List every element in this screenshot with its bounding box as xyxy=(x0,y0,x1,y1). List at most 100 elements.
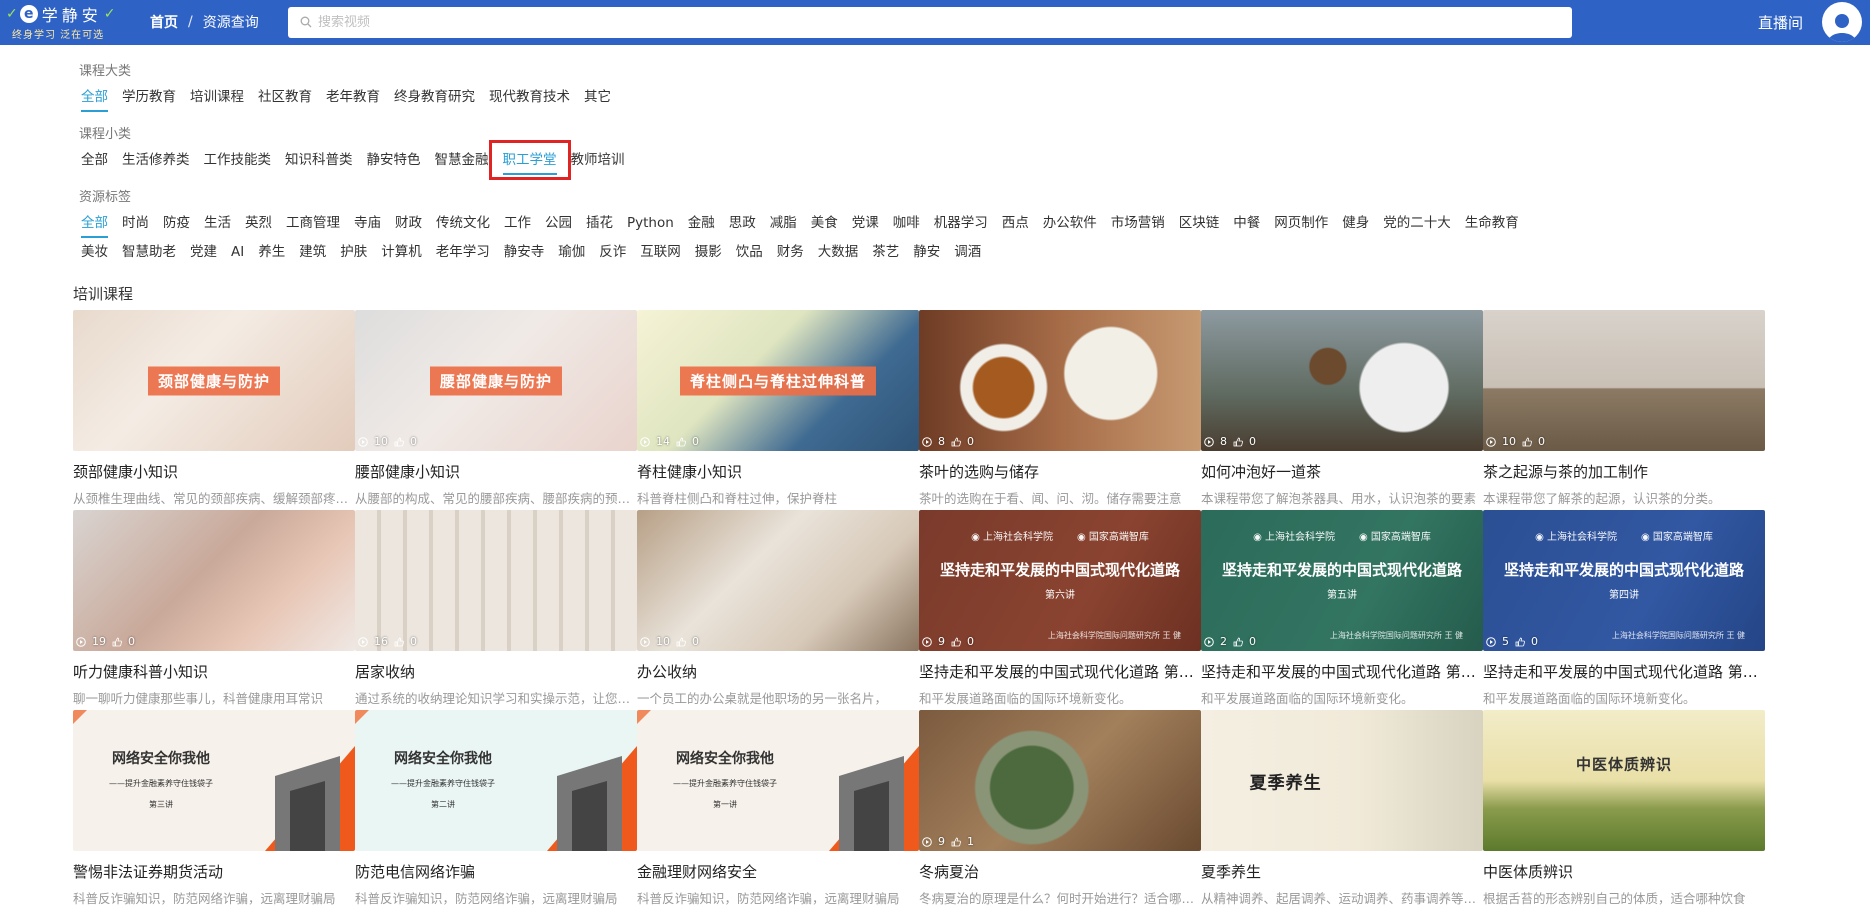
tag-option-row2-1[interactable]: 智慧助老 xyxy=(115,239,183,265)
course-card[interactable]: 上海社会科学院 国家高端智库坚持走和平发展的中国式现代化道路第六讲上海社会科学院国… xyxy=(919,510,1201,710)
tag-option-24[interactable]: 中餐 xyxy=(1226,210,1267,236)
tag-option-1[interactable]: 时尚 xyxy=(115,210,156,236)
course-thumbnail[interactable]: 腰部健康与防护 10 0 xyxy=(355,310,637,451)
tag-option-12[interactable]: Python xyxy=(620,210,681,236)
category-option-6[interactable]: 现代教育技术 xyxy=(482,84,577,110)
tag-option-0[interactable]: 全部 xyxy=(74,210,115,238)
course-title[interactable]: 冬病夏治 xyxy=(919,861,1201,882)
course-title[interactable]: 如何冲泡好一道茶 xyxy=(1201,461,1483,482)
course-thumbnail[interactable]: 中医体质辨识 xyxy=(1483,710,1765,851)
tag-option-row2-9[interactable]: 静安寺 xyxy=(497,239,552,265)
tag-option-row2-5[interactable]: 建筑 xyxy=(292,239,333,265)
category-option-5[interactable]: 终身教育研究 xyxy=(387,84,482,110)
tag-option-10[interactable]: 公园 xyxy=(538,210,579,236)
category-option-1[interactable]: 学历教育 xyxy=(115,84,183,110)
tag-option-row2-12[interactable]: 互联网 xyxy=(633,239,688,265)
course-card[interactable]: 颈部健康与防护颈部健康小知识从颈椎生理曲线、常见的颈部疾病、缓解颈部疼痛的方法等… xyxy=(73,310,355,510)
course-title[interactable]: 夏季养生 xyxy=(1201,861,1483,882)
tag-option-21[interactable]: 办公软件 xyxy=(1036,210,1104,236)
course-thumbnail[interactable]: 脊柱侧凸与脊柱过伸科普 14 0 xyxy=(637,310,919,451)
tag-option-18[interactable]: 咖啡 xyxy=(886,210,927,236)
subcategory-option-2[interactable]: 工作技能类 xyxy=(197,147,279,173)
course-card[interactable]: 中医体质辨识 中医体质辨识 根据舌苔的形态辨别自己的体质，适合哪种饮食 xyxy=(1483,710,1765,910)
course-thumbnail[interactable]: 91 xyxy=(919,710,1201,851)
tag-option-row2-7[interactable]: 计算机 xyxy=(374,239,429,265)
tag-option-17[interactable]: 党课 xyxy=(845,210,886,236)
course-title[interactable]: 腰部健康小知识 xyxy=(355,461,637,482)
course-card[interactable]: 网络安全你我他 ——提升金融素养守住钱袋子 第三讲 警惕非法证券期货活动 科普反诈骗知识… xyxy=(73,710,355,910)
course-card[interactable]: 上海社会科学院 国家高端智库坚持走和平发展的中国式现代化道路第五讲上海社会科学院国… xyxy=(1201,510,1483,710)
search-input[interactable] xyxy=(312,15,1572,30)
tag-option-row2-16[interactable]: 大数据 xyxy=(811,239,866,265)
category-option-4[interactable]: 老年教育 xyxy=(319,84,387,110)
subcategory-option-4[interactable]: 静安特色 xyxy=(360,147,428,173)
tag-option-row2-8[interactable]: 老年学习 xyxy=(429,239,497,265)
tag-option-28[interactable]: 生命教育 xyxy=(1458,210,1526,236)
tag-option-8[interactable]: 传统文化 xyxy=(429,210,497,236)
tag-option-row2-10[interactable]: 瑜伽 xyxy=(551,239,592,265)
course-thumbnail[interactable]: 上海社会科学院 国家高端智库坚持走和平发展的中国式现代化道路第四讲上海社会科学院国… xyxy=(1483,510,1765,651)
live-room-link[interactable]: 直播间 xyxy=(1758,12,1803,33)
course-card[interactable]: 9 1 冬病夏治 冬病夏治的原理是什么？何时开始进行？适合哪些人群？ xyxy=(919,710,1201,910)
tag-option-2[interactable]: 防疫 xyxy=(156,210,197,236)
course-card[interactable]: 脊柱侧凸与脊柱过伸科普 14 0 脊柱健康小知识 科普脊柱侧凸和脊柱过伸，保护脊柱 xyxy=(637,310,919,510)
course-card[interactable]: 腰部健康与防护 10 0 腰部健康小知识从腰部的构成、常见的腰部疾病、腰部疾病的预防方… xyxy=(355,310,637,510)
tag-option-row2-15[interactable]: 财务 xyxy=(770,239,811,265)
course-thumbnail[interactable]: 80 xyxy=(1201,310,1483,451)
course-card[interactable]: 网络安全你我他 ——提升金融素养守住钱袋子 第二讲 防范电信网络诈骗 科普反诈骗知识，防… xyxy=(355,710,637,910)
tag-option-20[interactable]: 西点 xyxy=(995,210,1036,236)
course-thumbnail[interactable]: 上海社会科学院 国家高端智库坚持走和平发展的中国式现代化道路第六讲上海社会科学院国… xyxy=(919,510,1201,651)
course-card[interactable]: 8 0 如何冲泡好一道茶 本课程带您了解泡茶器具、用水，认识泡茶的要素 xyxy=(1201,310,1483,510)
course-title[interactable]: 听力健康科普小知识 xyxy=(73,661,355,682)
course-title[interactable]: 防范电信网络诈骗 xyxy=(355,861,637,882)
tag-option-row2-11[interactable]: 反诈 xyxy=(592,239,633,265)
course-title[interactable]: 坚持走和平发展的中国式现代化道路 第六讲 xyxy=(919,661,1201,682)
tag-option-row2-18[interactable]: 静安 xyxy=(906,239,947,265)
tag-option-11[interactable]: 插花 xyxy=(579,210,620,236)
course-card[interactable]: 19 0 听力健康科普小知识 聊一聊听力健康那些事儿，科普健康用耳常识 xyxy=(73,510,355,710)
tag-option-16[interactable]: 美食 xyxy=(804,210,845,236)
course-card[interactable]: 10 0 办公收纳 一个员工的办公桌就是他职场的另一张名片， xyxy=(637,510,919,710)
subcategory-option-5[interactable]: 智慧金融 xyxy=(428,147,496,173)
course-title[interactable]: 居家收纳 xyxy=(355,661,637,682)
tag-option-9[interactable]: 工作 xyxy=(497,210,538,236)
tag-option-26[interactable]: 健身 xyxy=(1335,210,1376,236)
tag-option-6[interactable]: 寺庙 xyxy=(347,210,388,236)
tag-option-22[interactable]: 市场营销 xyxy=(1104,210,1172,236)
tag-option-23[interactable]: 区块链 xyxy=(1172,210,1227,236)
course-thumbnail[interactable]: 夏季养生 xyxy=(1201,710,1483,851)
course-card[interactable]: 夏季养生 夏季养生 从精神调养、起居调养、运动调养、药事调养等方面讲解 xyxy=(1201,710,1483,910)
subcategory-option-3[interactable]: 知识科普类 xyxy=(278,147,360,173)
tag-option-row2-6[interactable]: 护肤 xyxy=(333,239,374,265)
course-card[interactable]: 网络安全你我他 ——提升金融素养守住钱袋子 第一讲 金融理财网络安全 科普反诈骗知识，防… xyxy=(637,710,919,910)
course-card[interactable]: 16 0 居家收纳 通过系统的收纳理论知识学习和实操示范，让您轻松收纳 xyxy=(355,510,637,710)
course-thumbnail[interactable]: 颈部健康与防护 xyxy=(73,310,355,451)
course-title[interactable]: 警惕非法证券期货活动 xyxy=(73,861,355,882)
course-title[interactable]: 中医体质辨识 xyxy=(1483,861,1765,882)
tag-option-3[interactable]: 生活 xyxy=(197,210,238,236)
course-thumbnail[interactable]: 网络安全你我他 ——提升金融素养守住钱袋子 第三讲 xyxy=(73,710,355,851)
course-title[interactable]: 茶叶的选购与储存 xyxy=(919,461,1201,482)
tag-option-row2-19[interactable]: 调酒 xyxy=(947,239,988,265)
tag-option-row2-2[interactable]: 党建 xyxy=(183,239,224,265)
user-avatar[interactable] xyxy=(1822,2,1862,42)
subcategory-option-1[interactable]: 生活修养类 xyxy=(115,147,197,173)
tag-option-row2-0[interactable]: 美妆 xyxy=(74,239,115,265)
course-thumbnail[interactable]: 上海社会科学院 国家高端智库坚持走和平发展的中国式现代化道路第五讲上海社会科学院国… xyxy=(1201,510,1483,651)
tag-option-14[interactable]: 思政 xyxy=(722,210,763,236)
subcategory-option-0[interactable]: 全部 xyxy=(74,147,115,173)
course-title[interactable]: 办公收纳 xyxy=(637,661,919,682)
course-card[interactable]: 8 0 茶叶的选购与储存 茶叶的选购在于看、闻、问、沏。储存需要注意 xyxy=(919,310,1201,510)
course-thumbnail[interactable]: 网络安全你我他 ——提升金融素养守住钱袋子 第二讲 xyxy=(355,710,637,851)
course-thumbnail[interactable]: 80 xyxy=(919,310,1201,451)
course-card[interactable]: 上海社会科学院 国家高端智库坚持走和平发展的中国式现代化道路第四讲上海社会科学院国… xyxy=(1483,510,1765,710)
tag-option-row2-13[interactable]: 摄影 xyxy=(688,239,729,265)
course-thumbnail[interactable]: 19 0 xyxy=(73,510,355,651)
course-thumbnail[interactable]: 10 0 xyxy=(1483,310,1765,451)
tag-option-13[interactable]: 金融 xyxy=(681,210,722,236)
breadcrumb-home[interactable]: 首页 xyxy=(150,12,178,32)
course-title[interactable]: 茶之起源与茶的加工制作 xyxy=(1483,461,1765,482)
tag-option-5[interactable]: 工商管理 xyxy=(279,210,347,236)
tag-option-25[interactable]: 网页制作 xyxy=(1267,210,1335,236)
subcategory-option-6[interactable]: 职工学堂 xyxy=(488,140,571,180)
